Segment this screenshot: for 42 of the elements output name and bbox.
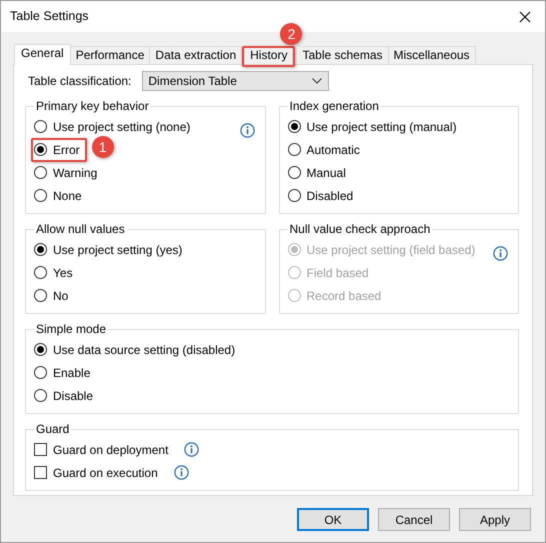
- group-title: Simple mode: [34, 322, 108, 336]
- close-icon: [519, 10, 531, 22]
- tab[interactable]: Data extraction: [149, 46, 242, 64]
- window-title: Table Settings: [10, 8, 89, 26]
- annotation-badge: 1: [92, 136, 114, 158]
- dialog-button[interactable]: Apply: [459, 508, 531, 531]
- radio-option[interactable]: Use project setting (yes): [34, 240, 186, 258]
- radio-option[interactable]: None: [34, 186, 86, 204]
- radio-option[interactable]: No: [34, 286, 72, 304]
- radio-option: Use project setting (field based): [288, 240, 480, 258]
- tab[interactable]: General: [14, 44, 71, 65]
- highlight-frame: [31, 138, 87, 162]
- field-label: Table classification:: [28, 73, 132, 90]
- dialog-button[interactable]: Cancel: [378, 508, 450, 531]
- radio-option[interactable]: Use data source setting (disabled): [34, 340, 240, 358]
- radio-option[interactable]: Use project setting (none): [34, 118, 194, 136]
- info-icon: [493, 246, 508, 261]
- group-title: Guard: [34, 422, 72, 436]
- radio-option[interactable]: Yes: [34, 264, 77, 282]
- group-title: Primary key behavior: [34, 99, 151, 113]
- radio-option[interactable]: Manual: [288, 164, 350, 182]
- annotation-badge: 2: [280, 23, 302, 45]
- radio-option[interactable]: Enable: [34, 364, 94, 382]
- checkbox-option[interactable]: Guard on execution: [34, 464, 162, 482]
- dialog-button[interactable]: OK: [297, 508, 369, 531]
- tab[interactable]: Miscellaneous: [388, 46, 476, 64]
- radio-option[interactable]: Warning: [34, 164, 102, 182]
- radio-option[interactable]: Automatic: [288, 140, 364, 158]
- highlight-frame: [242, 46, 296, 67]
- radio-option[interactable]: Use project setting (manual): [288, 118, 461, 136]
- dropdown[interactable]: Dimension Table: [142, 71, 330, 91]
- radio-option[interactable]: Disabled: [288, 186, 358, 204]
- checkbox-option[interactable]: Guard on deployment: [34, 440, 172, 458]
- radio-option: Record based: [288, 286, 386, 304]
- group-title: Allow null values: [34, 222, 127, 236]
- radio-option[interactable]: Disable: [34, 386, 98, 404]
- radio-option: Field based: [288, 264, 373, 282]
- info-icon: [240, 123, 254, 138]
- tab[interactable]: Table schemas: [296, 46, 389, 64]
- group-title: Null value check approach: [288, 222, 432, 236]
- group-title: Index generation: [288, 99, 381, 113]
- caret-icon: [312, 78, 322, 84]
